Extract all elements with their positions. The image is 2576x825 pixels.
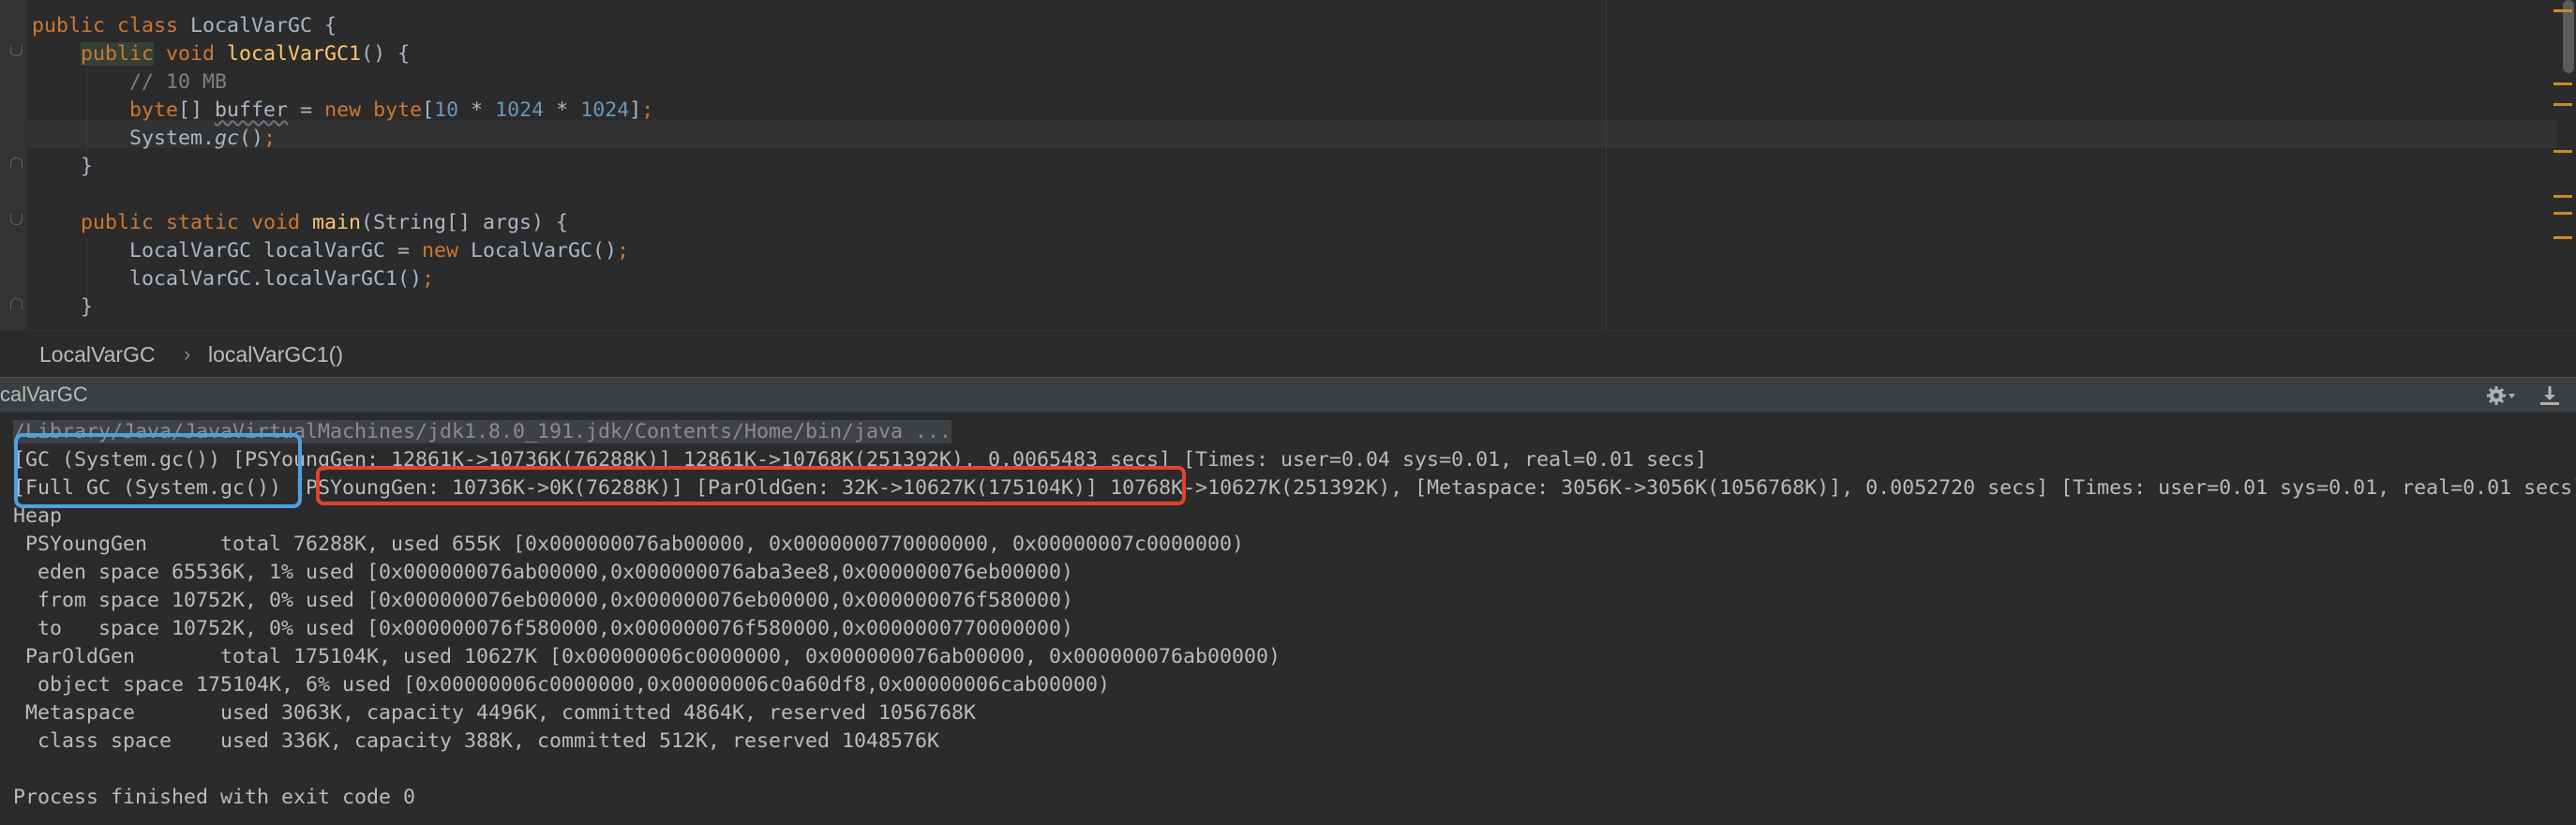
run-tab-title[interactable]: calVarGC	[0, 382, 88, 407]
fold-marker-icon[interactable]	[10, 158, 22, 169]
pin-to-bottom-icon[interactable]	[2537, 383, 2563, 408]
breadcrumb-separator: ›	[184, 342, 191, 366]
code-token: LocalVarGC()	[471, 239, 618, 262]
right-margin-guide	[1606, 0, 1607, 330]
code-token: () {	[361, 42, 411, 66]
code-token: }	[81, 155, 94, 178]
code-token: new	[324, 98, 374, 122]
breadcrumb-method[interactable]: localVarGC1()	[208, 342, 343, 368]
code-token: ;	[641, 98, 654, 122]
console-exit-line: Process finished with exit code 0	[13, 786, 416, 809]
code-token: public static void	[81, 211, 313, 234]
code-token: // 10 MB	[129, 70, 228, 94]
code-token: }	[81, 295, 94, 319]
code-line[interactable]	[32, 181, 653, 209]
code-editor[interactable]: public class LocalVarGC { public void lo…	[0, 0, 2576, 330]
code-line[interactable]: localVarGC.localVarGC1();	[32, 265, 653, 293]
warning-stripe-marker[interactable]	[2554, 212, 2572, 215]
code-line[interactable]: public void localVarGC1() {	[32, 40, 653, 68]
code-line[interactable]: LocalVarGC localVarGC = new LocalVarGC()…	[32, 237, 653, 265]
warning-stripe-marker[interactable]	[2554, 9, 2572, 12]
code-token: ;	[422, 267, 435, 291]
code-token: *	[544, 98, 581, 122]
warning-stripe-marker[interactable]	[2554, 236, 2572, 239]
console-command-line[interactable]: /Library/Java/JavaVirtualMachines/jdk1.8…	[13, 418, 2576, 446]
code-token: [	[422, 98, 435, 122]
code-token: byte	[129, 98, 179, 122]
code-token: ]	[629, 98, 642, 122]
warning-stripe-marker[interactable]	[2554, 150, 2572, 153]
code-token: byte	[373, 98, 423, 122]
code-line[interactable]: // 10 MB	[32, 68, 653, 97]
code-token: buffer	[215, 98, 289, 122]
code-token: =	[288, 98, 325, 122]
code-token: ()	[239, 127, 264, 150]
code-line[interactable]: public class LocalVarGC {	[32, 12, 653, 40]
code-line[interactable]: }	[32, 153, 653, 181]
code-token: localVarGC.localVarGC1()	[129, 267, 423, 291]
code-token: void	[154, 42, 228, 66]
console-heap-line: object space 175104K, 6% used [0x0000000…	[13, 673, 1111, 697]
code-token: System.	[129, 127, 216, 150]
full-gc-rest: 10768K->10627K(251392K), [Metaspace: 305…	[1098, 476, 2576, 500]
warning-stripe-marker[interactable]	[2554, 82, 2572, 85]
editor-gutter	[0, 0, 26, 330]
code-lines[interactable]: public class LocalVarGC { public void lo…	[32, 12, 653, 322]
code-token: public	[81, 42, 155, 66]
console-heap-line: PSYoungGen total 76288K, used 655K [0x00…	[13, 532, 1245, 556]
fold-marker-icon[interactable]	[10, 214, 22, 225]
code-line[interactable]: }	[32, 293, 653, 322]
fold-marker-icon[interactable]	[10, 298, 22, 309]
console-heap-line: Metaspace used 3063K, capacity 4496K, co…	[13, 701, 977, 725]
code-line[interactable]: byte[] buffer = new byte[10 * 1024 * 102…	[32, 97, 653, 125]
code-token: new	[422, 239, 472, 262]
code-token: ;	[263, 127, 277, 150]
run-tool-window-header: calVarGC	[0, 377, 2576, 412]
code-token: public class	[32, 14, 191, 38]
code-token: (String[] args) {	[361, 211, 569, 234]
annotation-box-red	[316, 466, 1186, 505]
console-heap-line: class space used 336K, capacity 388K, co…	[13, 729, 940, 753]
fold-marker-icon[interactable]	[10, 45, 22, 56]
warning-stripe-marker[interactable]	[2554, 195, 2572, 198]
console-heap-line: Heap	[13, 504, 63, 528]
code-line[interactable]: System.gc();	[32, 125, 653, 153]
warning-stripe-marker[interactable]	[2554, 103, 2572, 106]
breadcrumb-class[interactable]: LocalVarGC	[39, 342, 156, 368]
code-token: gc	[215, 127, 240, 150]
code-token: ;	[617, 239, 630, 262]
console-heap-line: from space 10752K, 0% used [0x000000076e…	[13, 589, 1074, 612]
code-token: main	[312, 211, 362, 234]
annotation-box-blue	[14, 433, 302, 508]
code-line[interactable]: public static void main(String[] args) {	[32, 209, 653, 237]
code-token: []	[178, 98, 216, 122]
code-token: *	[458, 98, 496, 122]
console-heap-line: to space 10752K, 0% used [0x000000076f58…	[13, 617, 1074, 640]
breadcrumb: LocalVarGC › localVarGC1()	[0, 330, 2576, 377]
console-heap-line: eden space 65536K, 1% used [0x000000076a…	[13, 561, 1074, 584]
code-token: LocalVarGC localVarGC =	[129, 239, 423, 262]
code-token: LocalVarGC {	[190, 14, 337, 38]
code-token: 1024	[495, 98, 545, 122]
code-token: localVarGC1	[227, 42, 362, 66]
console-heap-line: ParOldGen total 175104K, used 10627K [0x…	[13, 645, 1281, 668]
code-token: 10	[434, 98, 459, 122]
code-token: 1024	[580, 98, 630, 122]
gear-icon[interactable]	[2486, 383, 2516, 408]
